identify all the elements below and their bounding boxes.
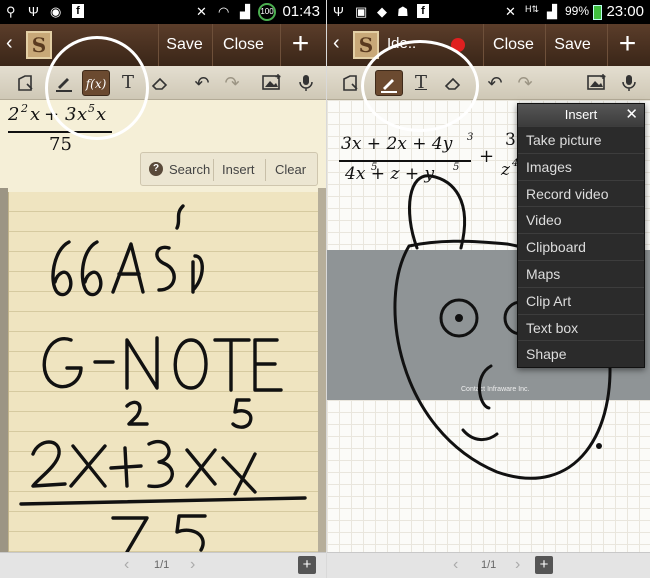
prev-page-icon[interactable]: ‹ [124,556,129,574]
menu-item-shape[interactable]: Shape [518,340,644,367]
formula-actions-bar: ? Search Insert Clear [140,152,318,186]
insert-menu: Insert ✕ Take picture Images Record vide… [517,103,645,369]
formula-denominator: 75 [49,134,72,155]
notepad-edge-right [318,188,326,558]
insert-menu-header: Insert ✕ [518,104,644,126]
highlight-circle [45,36,149,140]
right-screenshot: Ψ ▣ ◆ ☗ f ✕ H⇅ ▟ 99% 23:00 ‹ S Ide.. Clo… [326,0,650,578]
clear-button[interactable]: Clear [275,162,306,177]
highlight-circle [361,40,479,132]
menu-item-images[interactable]: Images [518,152,644,180]
add-page-button[interactable]: + [535,556,553,574]
divider [265,159,266,181]
battery-icon: 100 [258,3,276,21]
action-bar: ‹ S Save Close + [0,24,326,66]
menu-item-clipboard[interactable]: Clipboard [518,233,644,260]
handwriting-canvas[interactable] [8,192,318,554]
menu-item-maps[interactable]: Maps [518,259,644,287]
menu-item-record-video[interactable]: Record video [518,179,644,207]
signal-icon: ▟ [240,4,250,19]
formula-term-a: 2 [8,104,20,125]
undo-icon[interactable]: ↶ [188,70,216,96]
facebook-icon: f [72,4,84,18]
insert-image-icon[interactable] [258,70,286,96]
next-page-icon[interactable]: › [190,556,195,574]
search-button[interactable]: Search [169,162,210,177]
close-icon[interactable]: ✕ [625,104,638,126]
page-footer: ‹ 1/1 › + [327,552,650,578]
handwriting-strokes [19,204,307,554]
clock: 01:43 [282,3,320,20]
s-note-logo[interactable]: S [26,31,52,59]
edit-mode-icon[interactable] [12,70,40,96]
new-note-button[interactable]: + [280,24,320,66]
notepad-edge-left [0,188,8,558]
usb-icon: ⚲ [6,4,16,19]
close-button[interactable]: Close [212,24,274,66]
menu-item-take-picture[interactable]: Take picture [518,126,644,153]
wifi-icon: ◠ [218,4,230,19]
formula-exp-a: 2 [21,102,28,115]
usb-icon-2: Ψ [28,4,39,19]
insert-button[interactable]: Insert [222,162,255,177]
add-page-button[interactable]: + [298,556,316,574]
app-notification-icon: ◉ [50,4,62,19]
left-screenshot: ⚲ Ψ ◉ f ✕ ◠ ▟ 100 01:43 ‹ S Save Close +… [0,0,326,578]
back-icon[interactable]: ‹ [6,32,13,55]
status-bar: ⚲ Ψ ◉ f ✕ ◠ ▟ 100 01:43 [0,0,326,24]
menu-item-clip-art[interactable]: Clip Art [518,286,644,314]
save-button[interactable]: Save [158,24,210,66]
mute-icon: ✕ [196,4,207,19]
menu-item-text-box[interactable]: Text box [518,313,644,341]
menu-item-video[interactable]: Video [518,206,644,233]
page-indicator: 1/1 [481,559,497,571]
formula-x-a: x [30,104,41,125]
next-page-icon[interactable]: › [515,556,520,574]
microphone-icon[interactable] [292,70,320,96]
divider [213,159,214,181]
prev-page-icon[interactable]: ‹ [453,556,458,574]
help-icon[interactable]: ? [149,162,163,176]
redo-icon[interactable]: ↷ [218,70,246,96]
page-footer: ‹ 1/1 › + [0,552,326,578]
eraser-icon[interactable] [146,70,174,96]
page-indicator: 1/1 [154,559,170,571]
insert-menu-title: Insert [564,107,598,122]
